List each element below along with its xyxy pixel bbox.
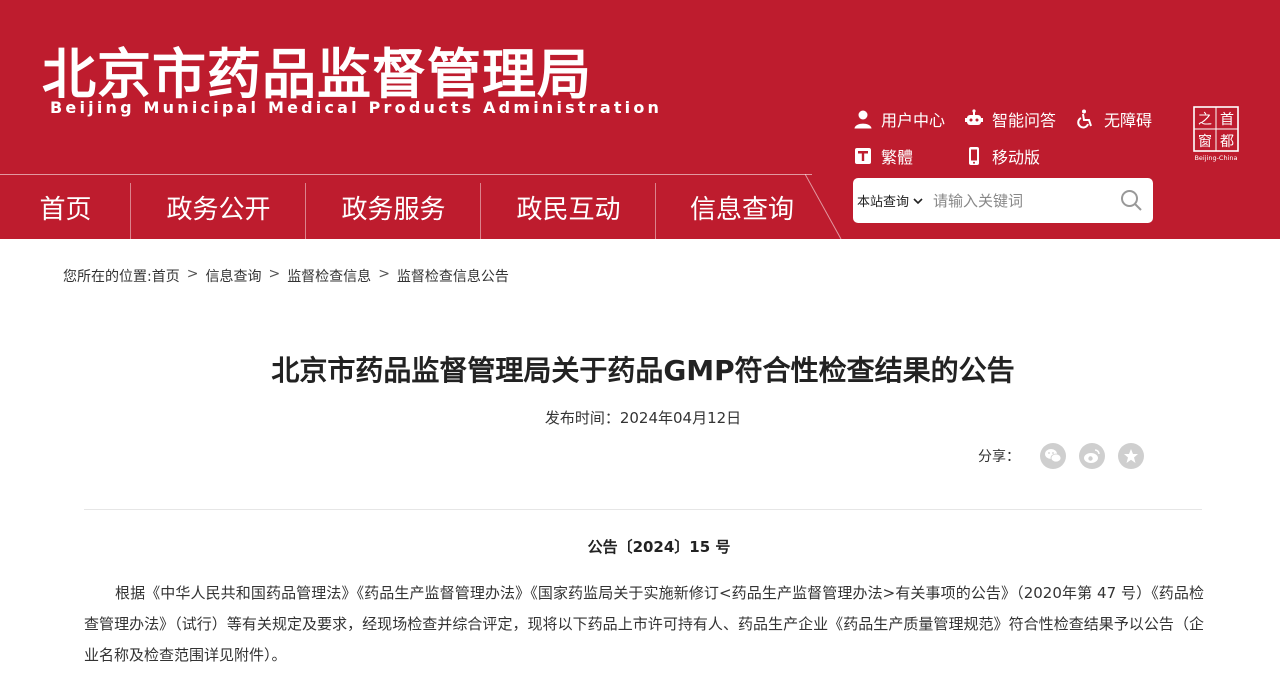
share-wechat-button[interactable] [1040, 443, 1066, 469]
seal-char-1: 首 [1220, 112, 1234, 128]
search-scope-label: 本站查询 [857, 195, 910, 210]
share-weibo-button[interactable] [1079, 443, 1105, 469]
breadcrumb-separator: > [186, 266, 199, 282]
breadcrumb-home[interactable]: 首页 [152, 266, 180, 286]
traditional-chinese-link[interactable]: 繁體 [853, 144, 913, 168]
chevron-down-icon [913, 197, 923, 204]
wechat-icon [1045, 449, 1062, 463]
weibo-icon [1084, 449, 1100, 463]
smart-qa-link[interactable]: 智能问答 [964, 107, 1056, 131]
traditional-chinese-label: 繁體 [881, 148, 914, 167]
user-icon [854, 110, 872, 129]
accessibility-label: 无障碍 [1104, 111, 1153, 130]
search-input[interactable] [933, 191, 1104, 210]
robot-icon [965, 109, 983, 125]
search-box: 本站查询 [853, 178, 1153, 223]
share-bar: 分享： [978, 443, 1157, 469]
seal-char-3: 之 [1198, 112, 1212, 128]
traditional-chinese-icon [855, 148, 871, 164]
breadcrumb: 您所在的位置: 首页 > 信息查询 > 监督检查信息 > 监督检查信息公告 [63, 266, 509, 286]
share-label: 分享： [978, 449, 1020, 465]
nav-home[interactable]: 首页 [0, 175, 131, 239]
capital-window-logo[interactable]: 首 都 之 窗 Beijing-China [1190, 104, 1242, 162]
smart-qa-label: 智能问答 [992, 111, 1057, 130]
article-body: 根据《中华人民共和国药品管理法》《药品生产监督管理办法》《国家药监局关于实施新修… [84, 584, 1204, 664]
search-icon[interactable] [1120, 189, 1143, 212]
user-center-link[interactable]: 用户中心 [853, 107, 945, 131]
publish-date: 发布时间：2024年04月12日 [0, 407, 1280, 428]
article-title: 北京市药品监督管理局关于药品GMP符合性检查结果的公告 [271, 354, 1015, 387]
nav-gov-affairs-open[interactable]: 政务公开 [131, 175, 306, 239]
user-center-label: 用户中心 [881, 111, 946, 130]
wheelchair-icon [1077, 109, 1092, 129]
seal-caption: Beijing-China [1194, 154, 1237, 162]
publish-date-label: 发布时间： [544, 409, 620, 427]
mobile-icon [969, 147, 979, 165]
mobile-version-label: 移动版 [992, 148, 1041, 167]
seal-char-2: 都 [1220, 134, 1234, 150]
content-divider [84, 509, 1202, 510]
breadcrumb-prefix: 您所在的位置: [63, 269, 152, 285]
breadcrumb-separator: > [268, 266, 281, 282]
breadcrumb-separator: > [378, 266, 390, 282]
nav-gov-services[interactable]: 政务服务 [306, 175, 481, 239]
publish-date-value: 2024年04月12日 [619, 409, 742, 427]
share-favorite-button[interactable] [1118, 443, 1144, 469]
notice-number: 公告〔2024〕15 号 [587, 538, 731, 556]
site-header: 北京市药品监督管理局 Beijing Municipal Medical Pro… [0, 0, 1280, 239]
breadcrumb-inspection-notices[interactable]: 监督检查信息公告 [397, 266, 509, 286]
favorite-icon [1124, 449, 1138, 463]
accessibility-link[interactable]: 无障碍 [1076, 107, 1152, 131]
site-subtitle: Beijing Municipal Medical Products Admin… [50, 98, 663, 117]
nav-interaction[interactable]: 政民互动 [481, 175, 656, 239]
mobile-version-link[interactable]: 移动版 [964, 144, 1040, 168]
breadcrumb-info-query[interactable]: 信息查询 [205, 266, 261, 286]
breadcrumb-inspection-info[interactable]: 监督检查信息 [287, 266, 371, 286]
search-scope-select[interactable]: 本站查询 [853, 178, 923, 223]
nav-info-query[interactable]: 信息查询 [656, 175, 828, 239]
seal-char-4: 窗 [1198, 133, 1212, 150]
main-nav: 首页 政务公开 政务服务 政民互动 信息查询 [0, 175, 828, 239]
